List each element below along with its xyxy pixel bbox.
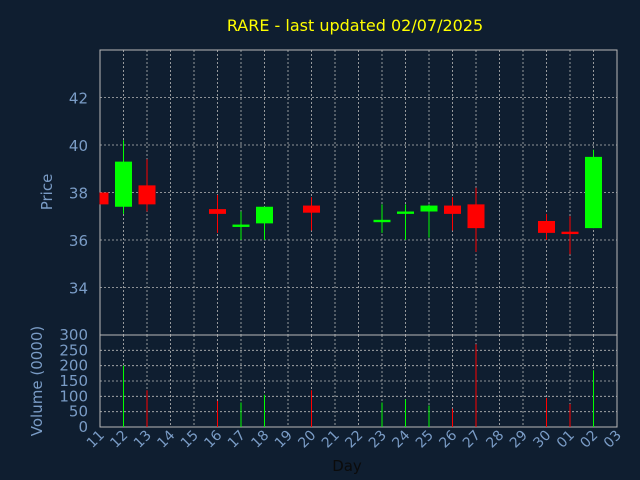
price-tick-label: 40 [69,137,88,155]
candle-body [397,211,414,214]
volume-tick-label: 100 [59,387,88,405]
candle-body [303,205,320,213]
x-axis-label: Day [332,457,362,475]
x-tick-label: 13 [131,428,155,452]
x-tick-label: 20 [295,428,319,452]
price-tick-label: 38 [69,185,88,203]
chart-title: RARE - last updated 02/07/2025 [227,16,483,35]
x-tick-label: 22 [342,428,366,452]
candle-body [444,205,461,214]
x-tick-label: 30 [530,428,554,452]
candle-body [138,185,156,205]
x-tick-label: 24 [389,427,413,451]
price-tick-label: 34 [69,280,88,298]
x-tick-label: 14 [154,427,178,451]
candle-body [256,206,273,224]
y-axis-label: Price [38,174,56,211]
candle-body [373,219,391,223]
x-tick-label: 16 [201,427,225,451]
x-tick-label: 03 [601,428,625,452]
x-axis: 11 12 13 14 15 16 17 18 19 20 21 22 23 24 25 26 27 28 29 30… [84,427,625,451]
volume-tick-label: 0 [78,418,88,436]
price-tick-label: 36 [69,232,88,250]
volume-axis-label: Volume (0000) [28,326,46,436]
x-tick-label: 15 [178,428,202,452]
x-tick-label: 28 [483,428,507,452]
x-tick-label: 18 [248,428,272,452]
x-tick-label: 21 [319,428,343,452]
price-panel: 34 36 38 40 42 [69,49,618,336]
volume-tick-label: 200 [59,357,88,375]
volume-panel: 050100150200250300 [59,326,618,436]
x-tick-label: 27 [460,428,484,452]
volume-tick-label: 300 [59,326,88,344]
candle-body [100,192,109,205]
candle-body [467,204,485,229]
x-tick-label: 25 [413,428,437,452]
candle-body [115,161,132,207]
x-tick-label: 02 [577,428,601,452]
x-tick-label: 17 [225,428,249,452]
volume-tick-label: 250 [59,341,88,359]
x-tick-label: 26 [436,427,460,451]
price-tick-label: 42 [69,90,88,108]
x-tick-label: 12 [107,428,131,452]
candlestick-chart: RARE - last updated 02/07/2025 Price Vol… [28,16,625,475]
candle-body [232,224,250,227]
candle-body [585,156,602,229]
candle-body [209,209,226,214]
candle-body [538,221,555,233]
candle-body [420,205,438,212]
x-tick-label: 29 [507,428,531,452]
volume-tick-label: 150 [59,372,88,390]
volume-tick-label: 50 [69,403,88,421]
candle-body [561,231,579,235]
x-tick-label: 19 [272,428,296,452]
x-tick-label: 01 [554,428,578,452]
x-tick-label: 23 [366,428,390,452]
